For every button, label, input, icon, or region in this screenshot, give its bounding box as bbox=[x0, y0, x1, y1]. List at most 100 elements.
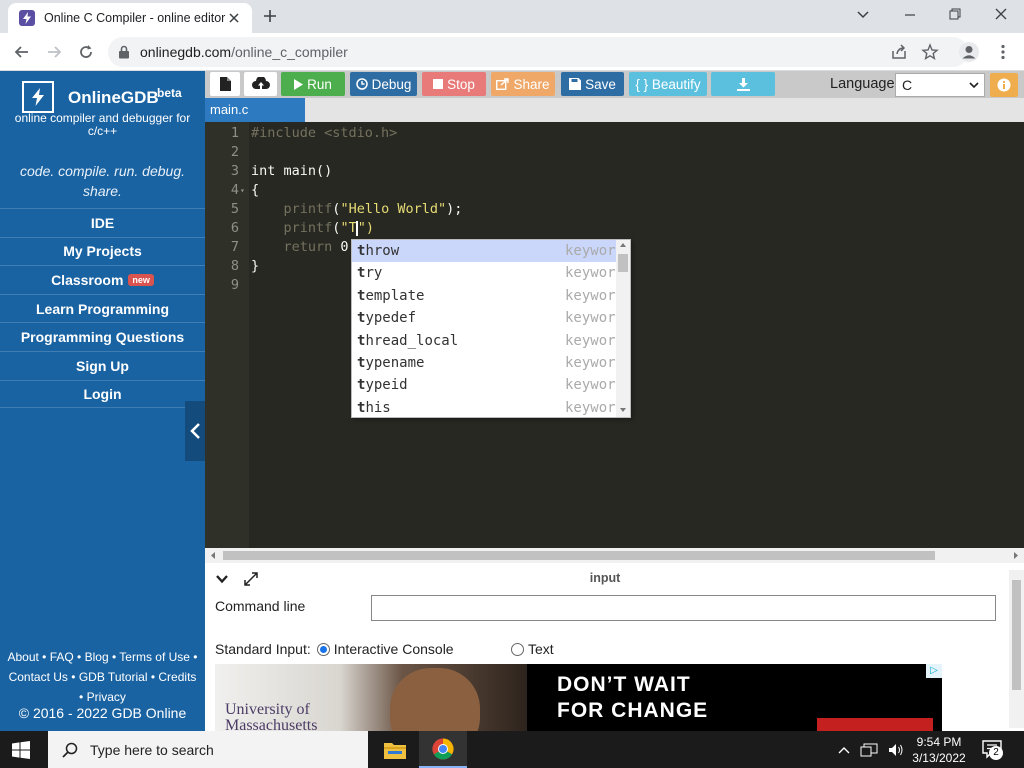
suggestion-type: keywor bbox=[565, 287, 616, 304]
footer-link-privacy[interactable]: Privacy bbox=[87, 690, 126, 704]
autocomplete-item[interactable]: typedef keywor bbox=[352, 307, 630, 329]
network-icon[interactable] bbox=[860, 743, 878, 757]
debug-button[interactable]: Debug bbox=[350, 72, 417, 96]
footer-link-blog[interactable]: Blog bbox=[85, 650, 109, 664]
brand-header[interactable]: OnlineGDB beta online compiler and debug… bbox=[0, 71, 205, 149]
onlinegdb-logo-icon[interactable] bbox=[22, 81, 54, 113]
autocomplete-item[interactable]: this keywor bbox=[352, 397, 630, 417]
footer-link-terms[interactable]: Terms of Use bbox=[119, 650, 190, 664]
suggestion-text: his bbox=[365, 399, 391, 416]
share-page-icon[interactable] bbox=[890, 43, 908, 61]
autocomplete-item[interactable]: typeid keywor bbox=[352, 374, 630, 396]
footer-links: About • FAQ • Blog • Terms of Use • Cont… bbox=[0, 647, 205, 707]
footer-link-gdb-tutorial[interactable]: GDB Tutorial bbox=[79, 670, 148, 684]
footer-link-about[interactable]: About bbox=[7, 650, 38, 664]
autocomplete-item[interactable]: try keywor bbox=[352, 262, 630, 284]
autocomplete-item[interactable]: thread_local keywor bbox=[352, 330, 630, 352]
forward-arrow-icon[interactable] bbox=[45, 43, 63, 61]
restore-icon[interactable] bbox=[947, 6, 963, 22]
sidebar-item-programming-questions[interactable]: Programming Questions bbox=[0, 322, 205, 351]
adchoices-icon[interactable]: ▷ bbox=[926, 664, 942, 678]
new-tab-icon[interactable] bbox=[262, 8, 278, 24]
minimize-icon[interactable] bbox=[902, 6, 918, 22]
footer-link-contact[interactable]: Contact Us bbox=[9, 670, 68, 684]
sidebar-item-label: Programming Questions bbox=[20, 329, 185, 346]
run-button[interactable]: Run bbox=[281, 72, 345, 96]
ad-university-line: University of bbox=[225, 701, 310, 718]
page-scroll-thumb[interactable] bbox=[1012, 580, 1021, 690]
ad-cta-strip[interactable] bbox=[817, 718, 933, 731]
editor-scroll-thumb[interactable] bbox=[223, 551, 935, 560]
volume-icon[interactable] bbox=[888, 743, 904, 757]
string-literal: "T bbox=[340, 220, 357, 236]
scroll-down-arrow-icon[interactable] bbox=[616, 405, 630, 415]
advertisement-banner[interactable]: University of Massachusetts DON’T WAIT F… bbox=[215, 664, 942, 731]
scroll-up-arrow-icon[interactable] bbox=[616, 240, 630, 250]
text-radio[interactable] bbox=[511, 642, 524, 656]
taskbar-file-explorer[interactable] bbox=[371, 731, 419, 768]
back-arrow-icon[interactable] bbox=[13, 43, 31, 61]
download-button[interactable] bbox=[711, 72, 775, 96]
autocomplete-scroll-thumb[interactable] bbox=[618, 254, 628, 272]
tab-close-icon[interactable] bbox=[226, 10, 242, 26]
new-file-button[interactable] bbox=[210, 72, 240, 96]
autocomplete-item[interactable]: throw keywor bbox=[352, 240, 630, 263]
info-button[interactable] bbox=[990, 73, 1018, 97]
save-button[interactable]: Save bbox=[561, 72, 624, 96]
url-omnibox[interactable]: onlinegdb.com/online_c_compiler bbox=[108, 37, 968, 67]
clock-time: 9:54 PM bbox=[916, 735, 962, 749]
stop-label: Stop bbox=[447, 76, 475, 92]
collapse-sidebar-button[interactable] bbox=[185, 401, 205, 461]
lock-icon[interactable] bbox=[118, 45, 130, 59]
stop-button[interactable]: Stop bbox=[422, 72, 486, 96]
scroll-right-arrow-icon[interactable] bbox=[1011, 548, 1021, 563]
file-tab-main-c[interactable]: main.c bbox=[205, 98, 305, 122]
browser-menu-icon[interactable] bbox=[994, 43, 1012, 61]
fold-arrow-icon[interactable]: ▾ bbox=[240, 186, 245, 195]
bookmark-star-icon[interactable] bbox=[921, 43, 939, 61]
sidebar-item-learn-programming[interactable]: Learn Programming bbox=[0, 293, 205, 323]
clock-date: 3/13/2022 bbox=[912, 751, 966, 765]
string-literal: "Hello World" bbox=[340, 201, 447, 217]
taskbar-clock[interactable]: 9:54 PM 3/13/2022 bbox=[908, 734, 970, 766]
autocomplete-item[interactable]: typename keywor bbox=[352, 352, 630, 374]
autocomplete-item[interactable]: template keywor bbox=[352, 285, 630, 307]
footer-link-credits[interactable]: Credits bbox=[158, 670, 196, 684]
upload-file-button[interactable] bbox=[244, 72, 277, 96]
taskbar-chrome[interactable] bbox=[419, 731, 467, 768]
share-button[interactable]: Share bbox=[491, 72, 555, 96]
sidebar-item-my-projects[interactable]: My Projects bbox=[0, 236, 205, 266]
browser-tab-strip: Online C Compiler - online editor bbox=[0, 0, 1024, 33]
profile-avatar-icon[interactable] bbox=[958, 41, 980, 63]
footer-link-faq[interactable]: FAQ bbox=[50, 650, 74, 664]
language-select[interactable]: C bbox=[895, 73, 985, 97]
sidebar-item-login[interactable]: Login bbox=[0, 379, 205, 409]
scroll-left-arrow-icon[interactable] bbox=[208, 548, 218, 563]
sidebar: OnlineGDB beta online compiler and debug… bbox=[0, 71, 205, 731]
taskbar-search-box[interactable]: Type here to search bbox=[48, 731, 368, 768]
ide-toolbar: Run Debug Stop Share Save { } Beautify L… bbox=[205, 71, 1024, 98]
new-badge: new bbox=[128, 273, 154, 286]
sidebar-item-classroom[interactable]: Classroom new bbox=[0, 265, 205, 294]
copyright: © 2016 - 2022 GDB Online bbox=[18, 705, 187, 721]
beautify-button[interactable]: { } Beautify bbox=[629, 72, 707, 96]
tab-search-chevron-icon[interactable] bbox=[855, 6, 871, 22]
text-option-label[interactable]: Text bbox=[528, 641, 554, 657]
page-vertical-scrollbar[interactable] bbox=[1009, 570, 1024, 728]
search-placeholder: Type here to search bbox=[90, 741, 214, 758]
code-line: return 0; bbox=[251, 238, 357, 257]
tray-chevron-up-icon[interactable] bbox=[838, 745, 850, 755]
editor-horizontal-scrollbar[interactable] bbox=[205, 548, 1024, 563]
windows-start-icon[interactable] bbox=[12, 741, 30, 759]
brand-name: OnlineGDB bbox=[68, 88, 159, 107]
interactive-console-label[interactable]: Interactive Console bbox=[334, 641, 454, 657]
window-close-icon[interactable] bbox=[993, 6, 1009, 22]
reload-icon[interactable] bbox=[77, 43, 95, 61]
interactive-console-radio[interactable] bbox=[316, 642, 330, 656]
sidebar-item-ide[interactable]: IDE bbox=[0, 208, 205, 237]
browser-tab[interactable]: Online C Compiler - online editor bbox=[8, 3, 252, 33]
ad-university-line: Massachusetts bbox=[225, 717, 318, 732]
sidebar-item-sign-up[interactable]: Sign Up bbox=[0, 350, 205, 380]
autocomplete-scrollbar[interactable] bbox=[616, 240, 630, 417]
command-line-input[interactable] bbox=[371, 595, 996, 621]
